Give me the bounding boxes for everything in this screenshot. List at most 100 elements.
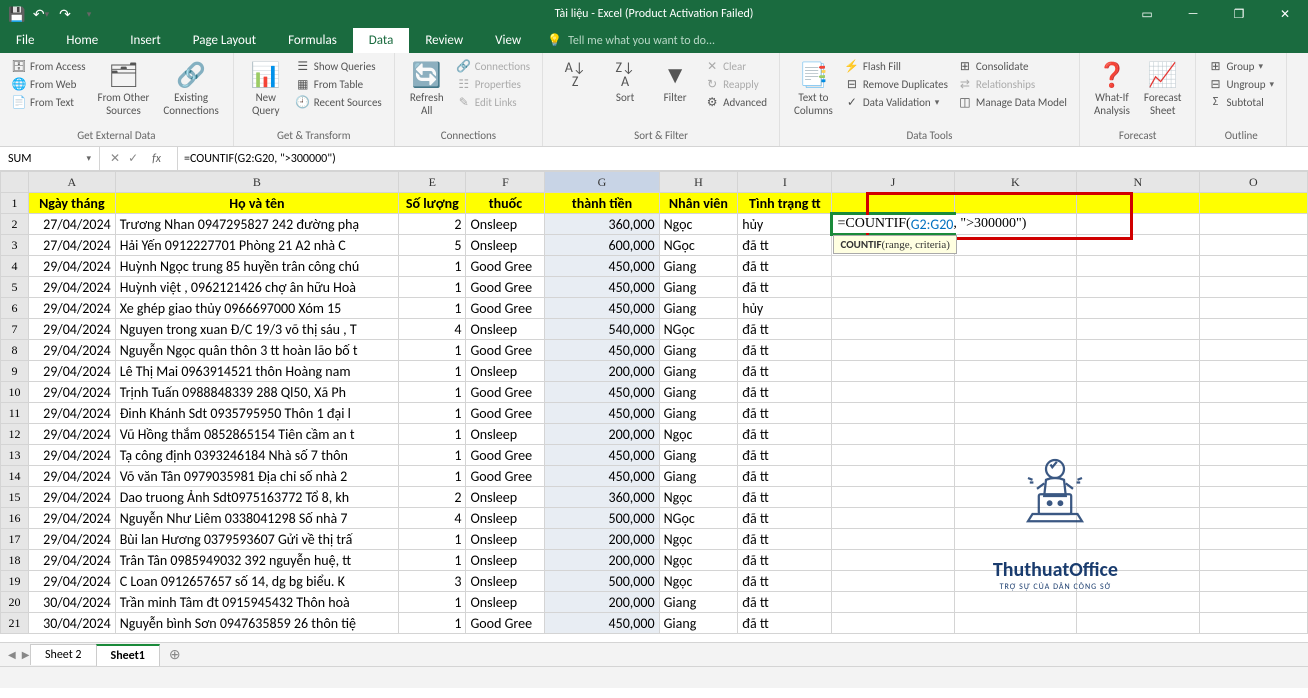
cell[interactable]: 450,000 (545, 445, 659, 466)
cell[interactable]: Võ văn Tân 0979035981 Địa chỉ số nhà 2 (115, 466, 398, 487)
cell[interactable]: Nguyễn Ngọc quân thôn 3 tt hoàn lão bố t (115, 340, 398, 361)
cell[interactable] (832, 424, 954, 445)
cell[interactable] (954, 256, 1077, 277)
cell[interactable]: Good Gree (466, 382, 545, 403)
cell[interactable]: hủy (738, 298, 832, 319)
cell[interactable]: Giang (659, 445, 738, 466)
cell[interactable]: Onsleep (466, 529, 545, 550)
cell[interactable]: Nguyễn Như Liêm 0338041298 Số nhà 7 (115, 508, 398, 529)
cancel-icon[interactable]: ✕ (110, 151, 120, 166)
cell[interactable] (1199, 571, 1307, 592)
cell[interactable]: Good Gree (466, 403, 545, 424)
cell[interactable]: 600,000 (545, 235, 659, 256)
cell[interactable] (954, 319, 1077, 340)
cell[interactable] (1077, 235, 1200, 256)
cell[interactable] (954, 277, 1077, 298)
filter-button[interactable]: ▼Filter (651, 57, 699, 108)
cell[interactable]: 1 (399, 613, 466, 634)
cell[interactable]: Trân Tân 0985949032 392 nguyễn huệ, tt (115, 550, 398, 571)
cell[interactable]: 360,000 (545, 487, 659, 508)
cell[interactable]: Ngọc (659, 529, 738, 550)
cell[interactable]: 450,000 (545, 340, 659, 361)
cell[interactable] (1199, 550, 1307, 571)
cell[interactable]: Trịnh Tuấn 0988848339 288 Ql50, Xã Ph (115, 382, 398, 403)
cell[interactable]: 450,000 (545, 466, 659, 487)
cell[interactable]: 29/04/2024 (29, 424, 116, 445)
cell[interactable] (1077, 214, 1200, 235)
cell[interactable] (1077, 256, 1200, 277)
row-header[interactable]: 18 (1, 550, 29, 571)
from-web-button[interactable]: 🌐From Web (8, 75, 90, 93)
cell[interactable] (1199, 466, 1307, 487)
row-header[interactable]: 3 (1, 235, 29, 256)
cell[interactable] (1077, 403, 1200, 424)
cell[interactable] (832, 571, 954, 592)
cell[interactable]: Onsleep (466, 214, 545, 235)
cell[interactable]: Giang (659, 256, 738, 277)
cell[interactable] (1199, 403, 1307, 424)
col-header[interactable]: K (954, 172, 1077, 193)
advanced-button[interactable]: ⚙Advanced (701, 93, 771, 111)
cell[interactable] (1077, 382, 1200, 403)
cell[interactable] (1077, 613, 1200, 634)
col-header[interactable]: N (1077, 172, 1200, 193)
cell[interactable]: 200,000 (545, 361, 659, 382)
cell[interactable] (1199, 445, 1307, 466)
cell[interactable] (832, 298, 954, 319)
cell[interactable]: 200,000 (545, 529, 659, 550)
cell[interactable]: đã tt (738, 613, 832, 634)
cell[interactable] (1077, 277, 1200, 298)
cell[interactable]: 1 (399, 298, 466, 319)
cell[interactable] (954, 550, 1077, 571)
sort-button[interactable]: Z↓ASort (601, 57, 649, 108)
cell[interactable]: 1 (399, 592, 466, 613)
cell[interactable] (1199, 424, 1307, 445)
cell[interactable]: 1 (399, 403, 466, 424)
cell[interactable]: 540,000 (545, 319, 659, 340)
fx-icon[interactable]: fx (146, 152, 167, 166)
from-access-button[interactable]: 🗄From Access (8, 57, 90, 75)
cell[interactable]: 29/04/2024 (29, 340, 116, 361)
cell[interactable] (1077, 466, 1200, 487)
cell[interactable]: đã tt (738, 487, 832, 508)
relationships-button[interactable]: ⇄Relationships (954, 75, 1071, 93)
cell[interactable]: đã tt (738, 340, 832, 361)
formula-cell[interactable]: =COUNTIF(G2:G20, ">300000") COUNTIF(rang… (832, 214, 954, 235)
cell[interactable]: NGọc (659, 319, 738, 340)
cell[interactable] (954, 424, 1077, 445)
cell[interactable]: 500,000 (545, 508, 659, 529)
cell[interactable] (1199, 277, 1307, 298)
row-header[interactable]: 16 (1, 508, 29, 529)
cell[interactable]: hủy (738, 214, 832, 235)
cell[interactable]: Good Gree (466, 466, 545, 487)
add-sheet-button[interactable]: ⊕ (159, 643, 191, 666)
cell[interactable]: Giang (659, 466, 738, 487)
prev-sheet-icon[interactable]: ◀ (8, 648, 16, 661)
ungroup-button[interactable]: ⊟Ungroup▾ (1204, 75, 1278, 93)
close-button[interactable]: ✕ (1262, 0, 1308, 28)
cell[interactable]: Dao truong Ảnh Sdt0975163772 Tổ 8, kh (115, 487, 398, 508)
redo-icon[interactable]: ↷ (54, 3, 76, 25)
cell[interactable] (832, 592, 954, 613)
cell[interactable] (954, 613, 1077, 634)
existing-connections-button[interactable]: 🔗Existing Connections (157, 57, 224, 121)
cell[interactable]: 1 (399, 382, 466, 403)
cell[interactable]: Huỳnh việt , 0962121426 chợ ân hữu Hoà (115, 277, 398, 298)
cell[interactable] (1199, 256, 1307, 277)
cell[interactable] (954, 508, 1077, 529)
cell[interactable]: đã tt (738, 361, 832, 382)
row-header[interactable]: 12 (1, 424, 29, 445)
cell[interactable]: 360,000 (545, 214, 659, 235)
tab-file[interactable]: File (0, 28, 50, 53)
col-header[interactable]: I (738, 172, 832, 193)
cell[interactable] (832, 550, 954, 571)
cell[interactable]: 4 (399, 508, 466, 529)
recent-sources-button[interactable]: 🕘Recent Sources (292, 93, 386, 111)
formula-input[interactable]: =COUNTIF(G2:G20, ">300000") (178, 152, 1308, 166)
cell[interactable]: đã tt (738, 592, 832, 613)
cell[interactable]: Đinh Khánh Sdt 0935795950 Thôn 1 đại l (115, 403, 398, 424)
cell[interactable]: 29/04/2024 (29, 403, 116, 424)
cell[interactable]: đã tt (738, 466, 832, 487)
cell[interactable]: Onsleep (466, 424, 545, 445)
cell[interactable]: 450,000 (545, 256, 659, 277)
